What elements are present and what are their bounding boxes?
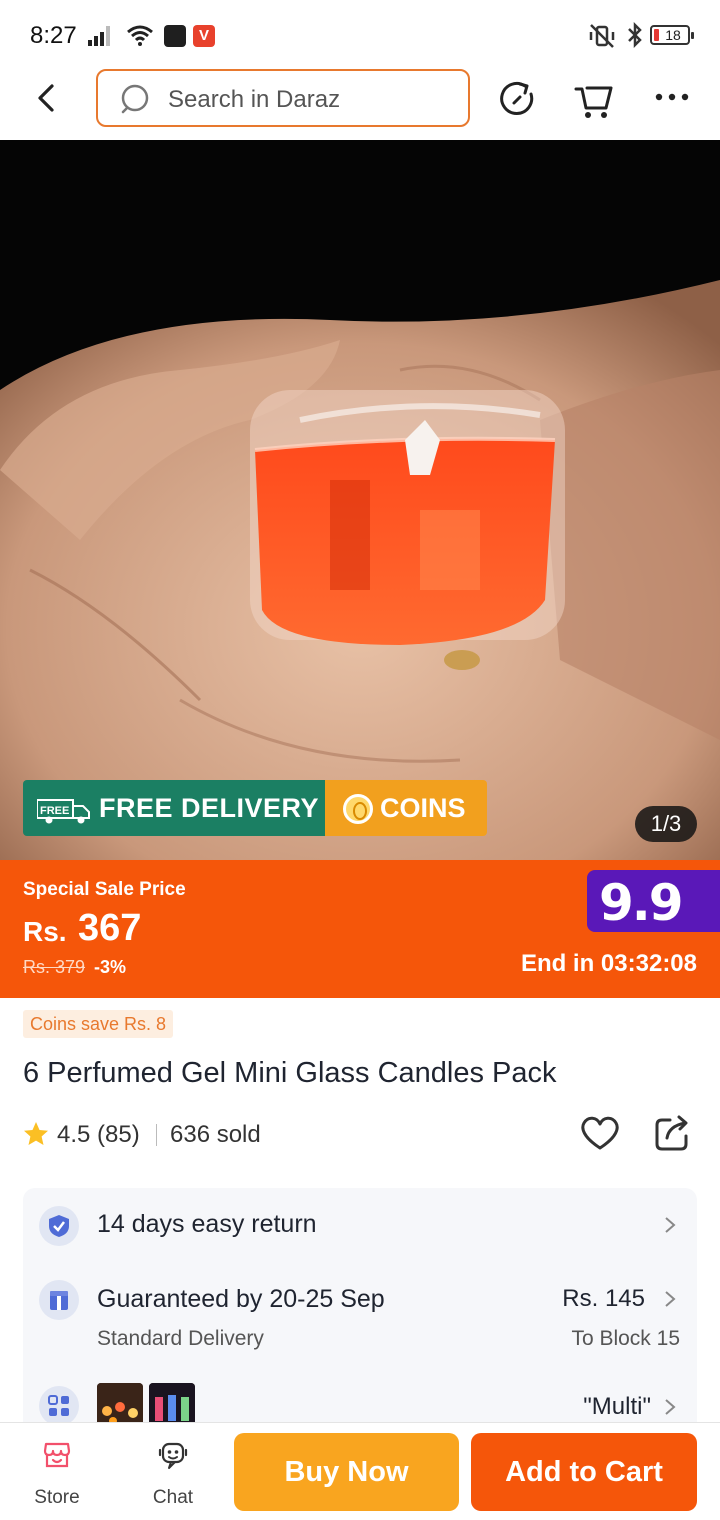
search-placeholder: Search in Daraz [168, 86, 341, 113]
price-banner: Special Sale Price Rs. 367 Rs. 379 -3% 9… [0, 860, 720, 998]
coins-label: COINS [380, 793, 466, 823]
image-counter: 1/3 [635, 806, 697, 842]
truck-badge-text: FREE [40, 805, 69, 817]
vibrate-off-icon [589, 24, 615, 48]
top-nav: Search in Daraz [0, 66, 720, 140]
product-image[interactable] [0, 140, 720, 860]
return-policy-text: 14 days easy return [97, 1210, 317, 1238]
cart-icon[interactable] [573, 78, 615, 120]
star-icon [24, 1122, 48, 1145]
signal-icon [88, 26, 110, 46]
sale-timer: End in 03:32:08 [520, 950, 697, 977]
shield-check-icon [39, 1206, 79, 1246]
delivery-package-icon [39, 1280, 79, 1320]
delivery-location: To Block 15 [571, 1327, 680, 1350]
rating-value[interactable]: 4.5 (85) [57, 1121, 140, 1149]
free-delivery-label: FREE DELIVERY [99, 793, 320, 823]
store-button[interactable]: Store [22, 1433, 92, 1513]
history-icon[interactable] [498, 80, 538, 120]
wifi-icon [127, 25, 153, 46]
delivery-fee: Rs. 145 [562, 1285, 645, 1312]
back-icon[interactable] [30, 80, 66, 116]
product-title: 6 Perfumed Gel Mini Glass Candles Pack [23, 1057, 557, 1089]
chat-button[interactable]: Chat [138, 1433, 208, 1513]
service-info-card: 14 days easy return Guaranteed by 20-25 … [23, 1188, 697, 1438]
chevron-right-icon [665, 1291, 676, 1307]
store-label: Store [34, 1487, 80, 1508]
share-icon[interactable] [654, 1114, 690, 1152]
battery-icon: 18 [650, 25, 694, 45]
buy-now-button[interactable]: Buy Now [234, 1433, 459, 1511]
delivery-type: Standard Delivery [97, 1327, 264, 1350]
chat-label: Chat [152, 1487, 194, 1508]
chevron-right-icon [665, 1217, 676, 1233]
campaign-label: 9.9 [599, 874, 684, 932]
battery-level: 18 [665, 27, 681, 43]
old-price: Rs. 379 [23, 957, 86, 977]
coins-badge: COINS [325, 780, 487, 836]
shield-app-icon [164, 25, 186, 47]
campaign-badge: 9.9 [587, 870, 720, 932]
variant-grid-icon [39, 1386, 79, 1426]
discount-percent: -3% [94, 957, 127, 977]
bottom-action-bar: Store Chat Buy Now Add to Cart [0, 1422, 720, 1520]
rating-divider [156, 1124, 157, 1146]
price-value: 367 [78, 907, 142, 949]
special-sale-label: Special Sale Price [23, 879, 186, 900]
more-icon[interactable] [654, 90, 690, 104]
chat-icon [158, 1442, 188, 1469]
status-time: 8:27 [30, 22, 77, 49]
free-delivery-badge: FREE FREE DELIVERY [23, 780, 325, 836]
v-app-icon: V [193, 25, 215, 47]
wishlist-heart-icon[interactable] [579, 1114, 621, 1152]
price-currency: Rs. [23, 916, 67, 947]
delivery-guarantee-text: Guaranteed by 20-25 Sep [97, 1285, 385, 1313]
coins-save-tag: Coins save Rs. 8 [23, 1010, 174, 1038]
sold-count: 636 sold [170, 1121, 261, 1148]
selected-variant: "Multi" [583, 1393, 651, 1420]
rating-row: 4.5 (85) 636 sold [23, 1115, 703, 1151]
delivery-truck-icon: FREE [37, 799, 90, 824]
coin-icon [343, 794, 373, 824]
status-bar: 8:27 V 18 [0, 0, 720, 66]
candle-photo [0, 140, 720, 860]
add-to-cart-button[interactable]: Add to Cart [471, 1433, 697, 1511]
search-input[interactable]: Search in Daraz [96, 69, 470, 127]
search-icon [121, 84, 149, 114]
chevron-right-icon [665, 1399, 676, 1415]
store-icon [43, 1442, 71, 1468]
bluetooth-icon [628, 22, 642, 48]
